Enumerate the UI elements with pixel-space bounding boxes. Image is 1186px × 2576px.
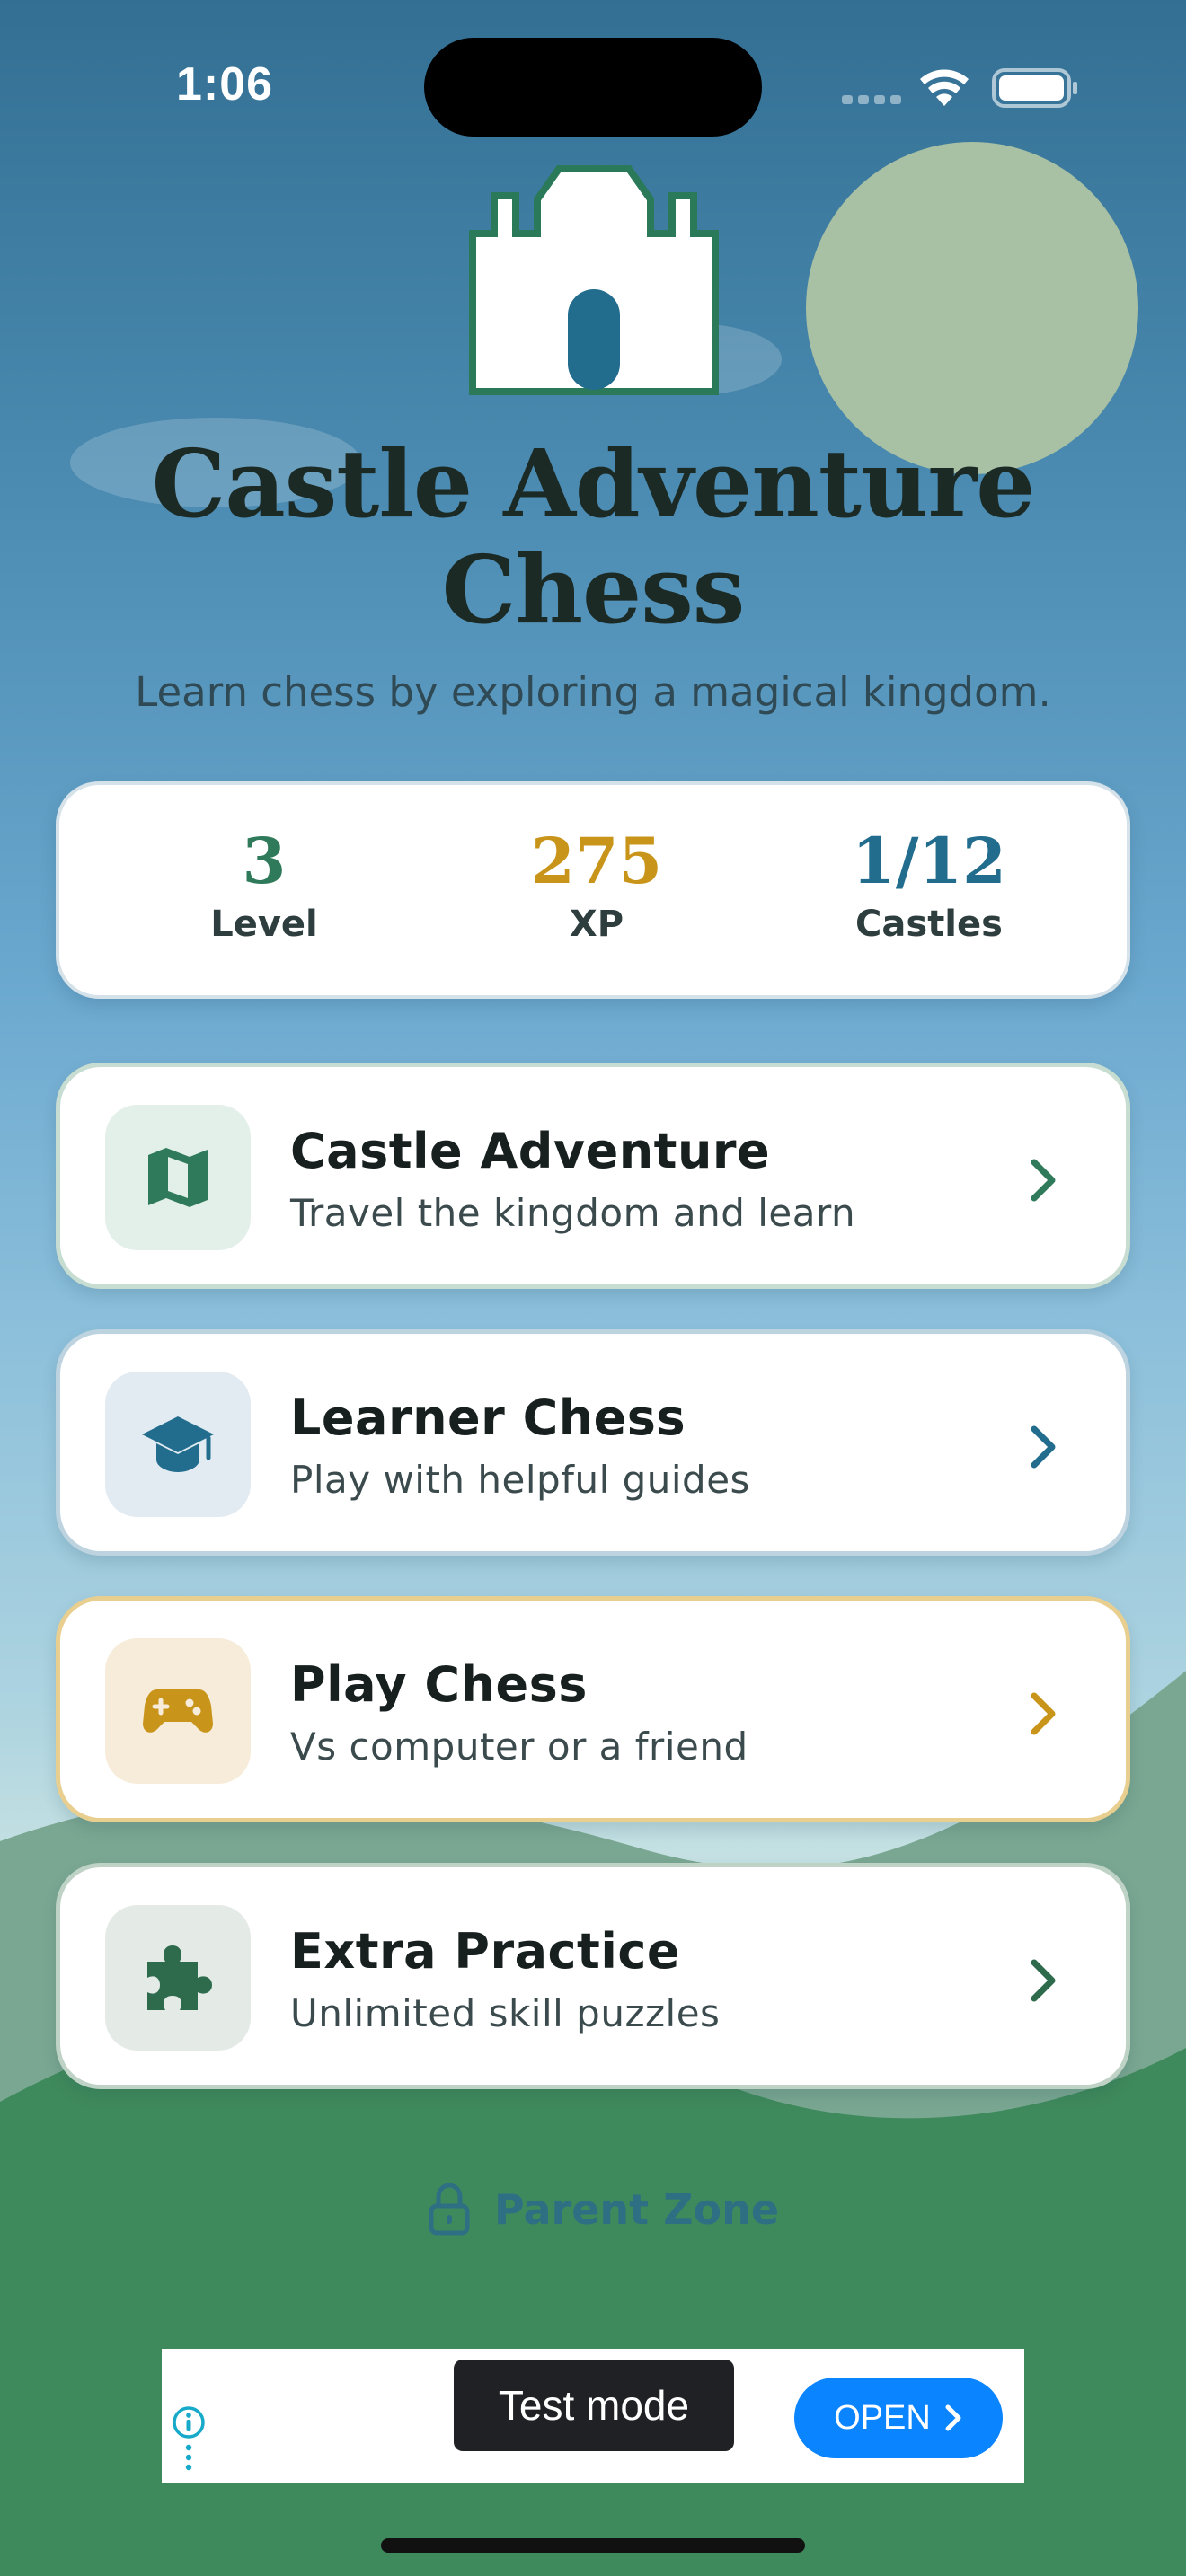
ad-open-button[interactable]: OPEN: [794, 2378, 1003, 2458]
chevron-right-icon: [1031, 1959, 1056, 2002]
gamepad-icon-box: [105, 1638, 251, 1784]
title-line-1: Castle Adventure: [151, 428, 1036, 539]
chevron-right-icon: [1031, 1692, 1056, 1735]
dynamic-island: [424, 38, 762, 137]
home-indicator[interactable]: [381, 2538, 805, 2553]
chevron-right-icon: [945, 2404, 961, 2431]
menu-learner-chess[interactable]: Learner Chess Play with helpful guides: [56, 1329, 1130, 1556]
status-icons: [842, 68, 1077, 108]
wifi-icon: [920, 69, 969, 106]
menu-castle-adventure[interactable]: Castle Adventure Travel the kingdom and …: [56, 1063, 1130, 1289]
test-mode-badge: Test mode: [454, 2360, 734, 2451]
stat-castles-label: Castles: [855, 904, 1003, 945]
menu-subtitle: Vs computer or a friend: [290, 1725, 748, 1769]
stat-level-label: Level: [210, 904, 318, 945]
stat-xp-value: 275: [530, 824, 663, 898]
lock-icon: [429, 2183, 470, 2236]
chevron-right-icon: [1031, 1425, 1056, 1469]
parent-zone-button[interactable]: Parent Zone: [428, 2178, 779, 2241]
status-time: 1:06: [176, 58, 274, 110]
sun-decoration: [806, 142, 1138, 474]
info-icon[interactable]: [169, 2403, 208, 2475]
ad-banner[interactable]: Test mode OPEN: [162, 2349, 1024, 2483]
title-line-2: Chess: [441, 534, 746, 645]
chevron-right-icon: [1031, 1159, 1056, 1202]
map-icon-box: [105, 1105, 251, 1250]
graduation-cap-icon: [142, 1416, 214, 1472]
graduation-cap-icon-box: [105, 1372, 251, 1517]
stat-level: 3 Level: [129, 824, 399, 946]
castle-logo-icon: [469, 165, 719, 395]
ad-open-label: OPEN: [834, 2398, 931, 2437]
stat-castles: 1/12 Castles: [794, 824, 1064, 946]
menu-subtitle: Unlimited skill puzzles: [290, 1991, 721, 2035]
puzzle-icon-box: [105, 1905, 251, 2051]
menu-subtitle: Play with helpful guides: [290, 1458, 750, 1502]
menu-title: Castle Adventure: [290, 1123, 771, 1179]
menu-title: Play Chess: [290, 1656, 588, 1713]
menu-play-chess[interactable]: Play Chess Vs computer or a friend: [56, 1596, 1130, 1822]
app-subtitle: Learn chess by exploring a magical kingd…: [135, 668, 1051, 716]
stat-xp: 275 XP: [462, 824, 731, 946]
menu-title: Learner Chess: [290, 1389, 686, 1446]
menu-subtitle: Travel the kingdom and learn: [290, 1191, 856, 1235]
gamepad-icon: [143, 1689, 213, 1733]
stats-card: 3 Level 275 XP 1/12 Castles: [56, 781, 1130, 999]
menu-extra-practice[interactable]: Extra Practice Unlimited skill puzzles: [56, 1863, 1130, 2089]
puzzle-icon: [147, 1945, 212, 2010]
parent-zone-label: Parent Zone: [494, 2185, 780, 2234]
app-title: Castle Adventure Chess: [0, 431, 1186, 643]
stat-xp-label: XP: [569, 904, 624, 945]
stat-level-value: 3: [242, 824, 287, 898]
battery-icon: [992, 68, 1077, 108]
map-icon: [148, 1148, 208, 1207]
stat-castles-value: 1/12: [852, 824, 1006, 898]
cellular-icon: [842, 95, 901, 104]
menu-title: Extra Practice: [290, 1923, 681, 1980]
